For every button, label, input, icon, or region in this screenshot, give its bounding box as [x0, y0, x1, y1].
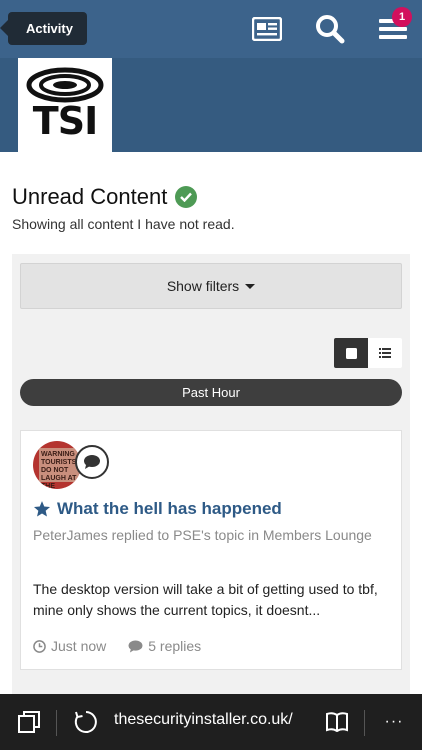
- notification-badge: 1: [392, 7, 412, 27]
- news-icon[interactable]: [250, 12, 284, 46]
- search-icon[interactable]: [313, 12, 347, 46]
- square-icon: [345, 347, 357, 359]
- avatar-image-text: WARNING TOURISTS DO NOT LAUGH AT THE NAT…: [39, 448, 79, 489]
- avatar[interactable]: WARNING TOURISTS DO NOT LAUGH AT THE NAT…: [33, 441, 81, 489]
- reading-view-icon[interactable]: [322, 694, 352, 750]
- item-snippet: The desktop version will take a bit of g…: [33, 581, 378, 618]
- time-group-label: Past Hour: [20, 379, 402, 406]
- site-header: Activity 1 TSI: [0, 0, 422, 152]
- site-logo[interactable]: TSI: [18, 58, 112, 152]
- content-panel: Show filters Past Hour WARNING TOURISTS …: [12, 254, 410, 694]
- list-view-button[interactable]: [368, 338, 402, 368]
- comment-bubble-icon: [75, 445, 109, 479]
- logo-text: TSI: [32, 99, 98, 143]
- refresh-icon[interactable]: [70, 694, 102, 750]
- page-subtitle: Showing all content I have not read.: [12, 216, 235, 232]
- page-title: Unread Content: [12, 184, 168, 209]
- check-circle-icon: [175, 186, 198, 208]
- activity-back-button[interactable]: Activity: [0, 12, 87, 45]
- star-icon: [33, 501, 51, 517]
- grid-view-button[interactable]: [334, 338, 368, 368]
- more-options-button[interactable]: ···: [376, 694, 412, 750]
- logo-swirl-icon: [26, 67, 104, 103]
- item-title-text[interactable]: What the hell has happened: [57, 499, 282, 519]
- browser-bar: thesecurityinstaller.co.uk/ ···: [0, 694, 422, 750]
- page: Activity 1 TSI Unread Content Showing al…: [0, 0, 422, 750]
- list-item[interactable]: WARNING TOURISTS DO NOT LAUGH AT THE NAT…: [20, 430, 402, 670]
- list-icon: [379, 348, 391, 358]
- comment-icon: [128, 639, 143, 653]
- divider: [364, 710, 365, 736]
- show-filters-label: Show filters: [166, 278, 240, 294]
- tabs-icon[interactable]: [12, 694, 46, 750]
- item-stats: Just now 5 replies: [33, 638, 201, 654]
- show-filters-button[interactable]: Show filters: [20, 263, 402, 309]
- item-time-text: Just now: [51, 638, 107, 654]
- clock-icon: [33, 639, 46, 653]
- item-replies[interactable]: 5 replies: [128, 638, 201, 654]
- item-time: Just now: [33, 638, 106, 654]
- divider: [56, 710, 57, 736]
- item-replies-text[interactable]: 5 replies: [148, 638, 201, 654]
- item-title[interactable]: What the hell has happened: [33, 499, 282, 519]
- item-meta: PeterJames replied to PSE's topic in Mem…: [33, 527, 372, 543]
- view-toggle: [334, 338, 402, 368]
- caret-down-icon: [245, 283, 256, 289]
- page-title-row: Unread Content: [12, 184, 198, 210]
- address-bar-url[interactable]: thesecurityinstaller.co.uk/: [114, 711, 293, 729]
